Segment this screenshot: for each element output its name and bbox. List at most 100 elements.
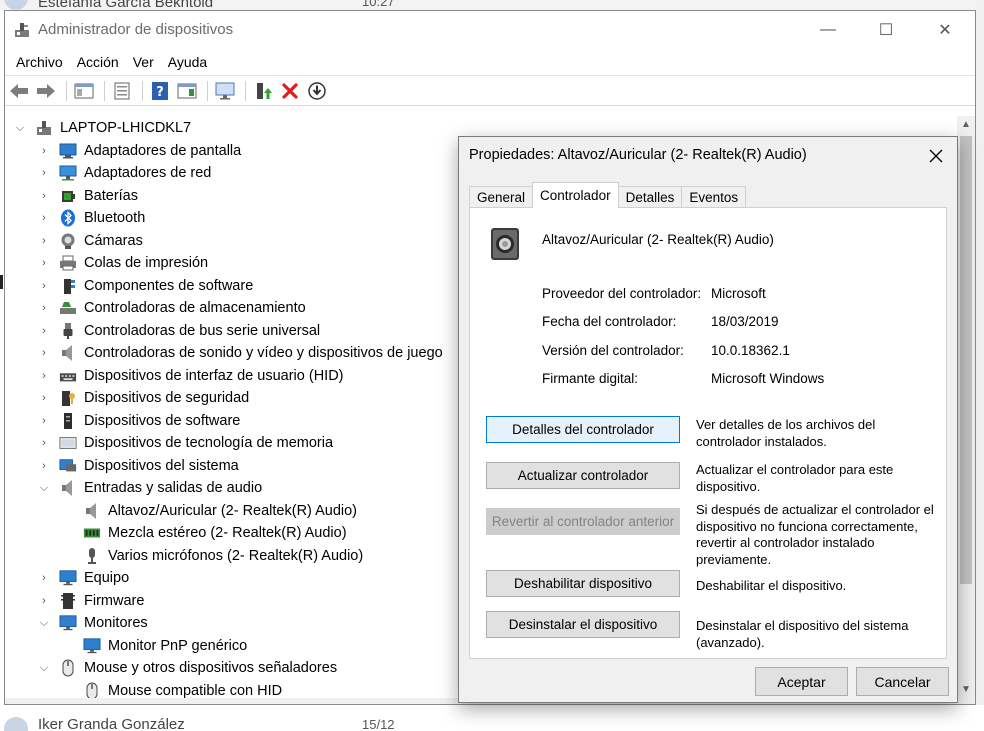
show-hide-console-tree-icon[interactable] [72,80,96,102]
maximize-button[interactable]: ☐ [863,11,909,49]
printer-icon [59,254,77,272]
driver-details-button[interactable]: Detalles del controlador [486,416,680,443]
update-driver-button[interactable]: Actualizar controlador [486,462,680,489]
close-button[interactable]: ✕ [922,11,968,49]
tree-category[interactable]: › Dispositivos de software [37,410,240,432]
expand-chevron-icon[interactable]: › [37,235,51,247]
expand-chevron-icon[interactable]: › [37,415,51,427]
action-pane-icon[interactable] [175,80,199,102]
cancel-button[interactable]: Cancelar [856,667,949,696]
tab-detalles[interactable]: Detalles [617,186,683,208]
tree-category[interactable]: › Componentes de software [37,275,253,297]
tab-general[interactable]: General [469,186,534,208]
expand-chevron-icon[interactable]: › [37,437,51,449]
dialog-tabs: General Controlador Detalles Eventos [469,182,747,208]
tree-category[interactable]: › Bluetooth [37,207,145,229]
expand-chevron-icon[interactable]: › [37,190,51,202]
expand-chevron-icon[interactable]: › [37,595,51,607]
disable-device-button[interactable]: Deshabilitar dispositivo [486,570,680,597]
tree-device[interactable]: Altavoz/Auricular (2- Realtek(R) Audio) [83,500,357,522]
tree-root-label: LAPTOP-LHICDKL7 [60,120,192,136]
collapse-chevron-icon[interactable]: ⌵ [37,617,51,630]
driver-provider-label: Proveedor del controlador: [542,286,702,301]
tree-category[interactable]: › Cámaras [37,230,143,252]
driver-tab-panel: Altavoz/Auricular (2- Realtek(R) Audio) … [469,207,947,659]
tree-category[interactable]: ⌵ Monitores [37,612,148,634]
toolbar: ? [5,76,975,106]
tree-category[interactable]: ⌵ Entradas y salidas de audio [37,477,262,499]
tree-category[interactable]: ⌵ Mouse y otros dispositivos señaladores [37,657,337,679]
back-icon[interactable] [7,80,31,102]
disable-icon[interactable] [305,80,329,102]
tab-controlador[interactable]: Controlador [532,182,619,208]
expand-chevron-icon[interactable]: › [37,347,51,359]
expand-chevron-icon[interactable]: › [37,572,51,584]
menu-ayuda[interactable]: Ayuda [161,54,214,70]
properties-dialog: Propiedades: Altavoz/Auricular (2- Realt… [458,136,958,703]
tree-category[interactable]: › Equipo [37,567,129,589]
tree-category[interactable]: › Adaptadores de pantalla [37,140,241,162]
tree-category[interactable]: › Dispositivos de seguridad [37,387,249,409]
expand-chevron-icon[interactable]: › [37,257,51,269]
avatar [4,0,28,10]
tree-root[interactable]: ⌵ LAPTOP-LHICDKL7 [13,117,191,139]
roll-back-driver-button[interactable]: Revertir al controlador anterior [486,508,680,535]
expand-chevron-icon[interactable]: › [37,325,51,337]
expand-chevron-icon[interactable]: › [37,212,51,224]
tree-category[interactable]: › Dispositivos de interfaz de usuario (HI… [37,365,343,387]
tree-category[interactable]: › Controladoras de sonido y vídeo y dispo… [37,342,443,364]
forward-icon[interactable] [34,80,58,102]
uninstall-icon[interactable] [278,80,302,102]
title-bar[interactable]: Administrador de dispositivos — ☐ ✕ [5,11,975,49]
device-name: Altavoz/Auricular (2- Realtek(R) Audio) [542,232,774,247]
tree-device[interactable]: Varios micrófonos (2- Realtek(R) Audio) [83,545,363,567]
expand-chevron-icon[interactable]: › [37,370,51,382]
tree-category-label: Controladoras de sonido y vídeo y dispos… [84,345,443,361]
tree-category[interactable]: › Dispositivos del sistema [37,455,239,477]
collapse-chevron-icon[interactable]: ⌵ [37,482,51,495]
tree-category-label: Bluetooth [84,210,146,226]
tree-device[interactable]: Monitor PnP genérico [83,635,247,657]
menu-accion[interactable]: Acción [70,54,126,70]
security-device-icon [59,389,77,407]
toolbar-separator [66,80,67,101]
minimize-button[interactable]: — [805,11,851,49]
ok-button[interactable]: Aceptar [755,667,848,696]
expand-chevron-icon[interactable]: › [37,392,51,404]
tree-category[interactable]: › Controladoras de almacenamiento [37,297,306,319]
help-icon[interactable]: ? [148,80,172,102]
menu-archivo[interactable]: Archivo [9,54,70,70]
tree-device-label: Altavoz/Auricular (2- Realtek(R) Audio) [108,502,358,519]
driver-version-value: 10.0.18362.1 [711,343,790,358]
background-contact-time: 15/12 [362,717,395,731]
tree-category[interactable]: › Firmware [37,590,144,612]
tree-device[interactable]: Mouse compatible con HID [83,680,282,698]
tab-eventos[interactable]: Eventos [681,186,747,208]
tree-category[interactable]: › Adaptadores de red [37,162,211,184]
uninstall-device-button[interactable]: Desinstalar el dispositivo [486,611,680,638]
tree-category[interactable]: › Baterías [37,185,138,207]
dialog-close-icon[interactable] [921,141,951,171]
collapse-chevron-icon[interactable]: ⌵ [37,662,51,675]
tree-category-label: Adaptadores de pantalla [84,142,242,159]
properties-icon[interactable] [110,80,134,102]
vertical-scrollbar[interactable]: ▲ ▼ [957,116,975,698]
expand-chevron-icon[interactable]: › [37,145,51,157]
scroll-down-icon[interactable]: ▼ [957,681,975,698]
expand-chevron-icon[interactable]: › [37,460,51,472]
tree-category[interactable]: › Controladoras de bus serie universal [37,320,320,342]
expand-chevron-icon[interactable]: › [37,280,51,292]
tree-category-label: Firmware [84,592,145,609]
tree-category[interactable]: › Dispositivos de tecnología de memoria [37,432,333,454]
update-driver-icon[interactable] [251,80,275,102]
scroll-up-icon[interactable]: ▲ [957,116,975,133]
menu-ver[interactable]: Ver [126,54,161,70]
tree-category[interactable]: › Colas de impresión [37,252,208,274]
tree-category-label: Colas de impresión [84,255,209,271]
scrollbar-thumb[interactable] [960,136,972,584]
scan-hardware-icon[interactable] [213,80,237,102]
expand-chevron-icon[interactable]: › [37,302,51,314]
expand-chevron-icon[interactable]: › [37,167,51,179]
collapse-chevron-icon[interactable]: ⌵ [13,122,27,135]
tree-device[interactable]: Mezcla estéreo (2- Realtek(R) Audio) [83,522,347,544]
